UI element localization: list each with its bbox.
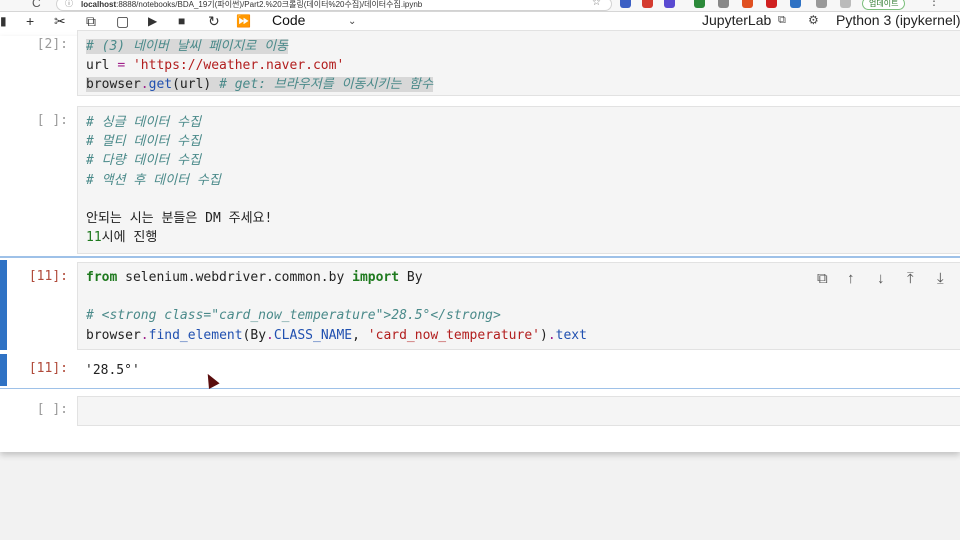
extension-icon[interactable] xyxy=(840,0,851,8)
extension-icon[interactable] xyxy=(664,0,675,8)
settings-icon[interactable]: ⚙ xyxy=(808,13,819,27)
code-line: url = 'https://weather.naver.com' xyxy=(86,58,345,74)
add-cell-icon[interactable]: + xyxy=(26,14,34,28)
cell-input[interactable]: # 싱글 데이터 수집 # 멀티 데이터 수집 # 다량 데이터 수집 # 액션… xyxy=(77,106,960,254)
code-line: browser.get(url) # get: 브라우저를 이동시키는 함수 xyxy=(86,77,434,93)
code-editor[interactable]: # 싱글 데이터 수집 # 멀티 데이터 수집 # 다량 데이터 수집 # 액션… xyxy=(78,107,960,248)
code-line: # <strong class="card_now_temperature">2… xyxy=(86,308,501,324)
extension-icon[interactable] xyxy=(642,0,653,8)
extension-icon[interactable] xyxy=(742,0,753,8)
external-link-icon[interactable]: ⧉ xyxy=(778,14,786,27)
cell-input[interactable]: # (3) 네이버 날씨 페이지로 이동 url = 'https://weat… xyxy=(77,30,960,96)
browser-menu-icon[interactable]: ⋮ xyxy=(928,0,940,8)
insert-above-icon[interactable]: ⤒ xyxy=(907,270,914,287)
url-field[interactable]: ⓘ localhost:8888/notebooks/BDA_19기(파이썬)/… xyxy=(56,0,612,11)
restart-icon[interactable]: ↻ xyxy=(208,14,220,28)
move-down-icon[interactable]: ↓ xyxy=(877,270,885,287)
duplicate-cell-icon[interactable]: ⧉ xyxy=(817,270,828,287)
url-text: localhost:8888/notebooks/BDA_19기(파이썬)/Pa… xyxy=(81,0,423,9)
run-icon[interactable]: ▶ xyxy=(148,14,157,28)
code-line: # 다량 데이터 수집 xyxy=(86,153,202,169)
extension-icon[interactable] xyxy=(620,0,631,8)
notebook-panel: [2]: # (3) 네이버 날씨 페이지로 이동 url = 'https:/… xyxy=(0,30,960,452)
cell-type-select[interactable]: Code xyxy=(272,12,305,28)
reload-icon[interactable]: C xyxy=(32,0,41,10)
cell-selection-border xyxy=(0,256,960,258)
stop-icon[interactable]: ■ xyxy=(178,14,185,28)
code-line: browser.find_element(By.CLASS_NAME, 'car… xyxy=(86,327,587,343)
cut-icon[interactable]: ✂ xyxy=(54,14,66,28)
update-button[interactable]: 업데이트 xyxy=(862,0,906,10)
extension-icon[interactable] xyxy=(816,0,827,8)
input-prompt: [ ]: xyxy=(36,402,68,417)
extension-icon[interactable] xyxy=(694,0,705,8)
code-editor[interactable]: # (3) 네이버 날씨 페이지로 이동 url = 'https://weat… xyxy=(78,31,960,96)
code-line: # 액션 후 데이터 수집 xyxy=(86,172,221,188)
cell-output: '28.5°' xyxy=(77,360,148,381)
output-prompt: [11]: xyxy=(28,361,68,376)
run-all-icon[interactable]: ⏩ xyxy=(236,14,251,28)
copy-icon[interactable]: ⧉ xyxy=(86,14,96,28)
code-line: 안되는 시는 분들은 DM 주세요! xyxy=(86,211,273,227)
code-line: from selenium.webdriver.common.by import… xyxy=(86,270,423,285)
cell-selection-border xyxy=(0,388,960,389)
site-info-icon[interactable]: ⓘ xyxy=(65,0,73,9)
bookmark-star-icon[interactable]: ☆ xyxy=(592,0,601,8)
chevron-down-icon[interactable]: ⌄ xyxy=(348,16,356,27)
input-prompt: [11]: xyxy=(28,269,68,284)
save-icon[interactable]: ▮ xyxy=(0,14,7,28)
code-line: 11시에 진행 xyxy=(86,230,158,246)
move-up-icon[interactable]: ↑ xyxy=(847,270,855,287)
input-prompt: [2]: xyxy=(36,37,68,52)
kernel-spec[interactable]: Python 3 (ipykernel) xyxy=(836,12,960,28)
browser-address-bar: C ⓘ localhost:8888/notebooks/BDA_19기(파이썬… xyxy=(0,0,960,12)
paste-icon[interactable]: ▢ xyxy=(116,14,129,28)
extension-icon[interactable] xyxy=(718,0,729,8)
kernel-name[interactable]: JupyterLab xyxy=(702,12,771,28)
extension-icon[interactable] xyxy=(790,0,801,8)
extension-icon[interactable] xyxy=(766,0,777,8)
input-prompt: [ ]: xyxy=(36,113,68,128)
code-line: # 싱글 데이터 수집 xyxy=(86,115,202,130)
output-text: '28.5°' xyxy=(85,363,140,378)
insert-below-icon[interactable]: ⤓ xyxy=(937,270,944,287)
code-line: # 멀티 데이터 수집 xyxy=(86,134,202,150)
cell-input[interactable]: from selenium.webdriver.common.by import… xyxy=(77,262,960,350)
code-line: # (3) 네이버 날씨 페이지로 이동 xyxy=(86,39,289,54)
cell-input[interactable] xyxy=(77,396,960,426)
